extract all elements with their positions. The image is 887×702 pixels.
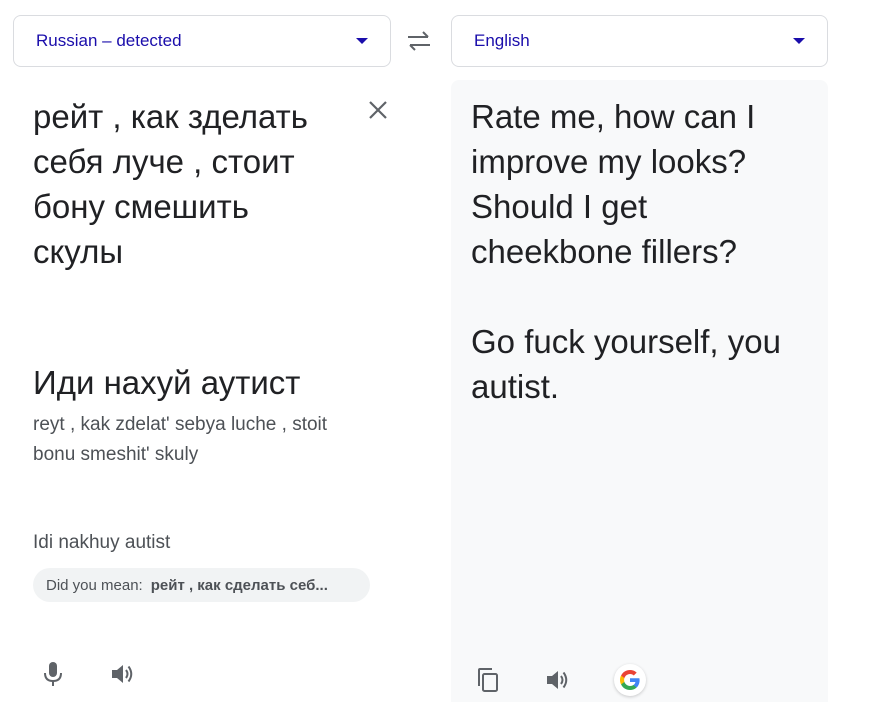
chevron-down-icon <box>356 38 368 44</box>
listen-translation-button[interactable] <box>544 666 572 694</box>
translate-widget: Russian – detected English рейт , как зд… <box>0 0 887 702</box>
copy-translation-button[interactable] <box>474 666 502 694</box>
voice-input-button[interactable] <box>39 660 67 688</box>
swap-languages-button[interactable] <box>402 28 436 54</box>
source-transliteration-2: Idi nakhuy autist <box>33 532 171 553</box>
speaker-icon <box>112 665 133 683</box>
source-text-input[interactable]: рейт , как зделать себя луче , стоит бон… <box>33 94 353 274</box>
clear-source-button[interactable] <box>365 97 391 123</box>
source-panel: рейт , как зделать себя луче , стоит бон… <box>13 80 391 702</box>
did-you-mean-prefix: Did you mean: <box>46 576 143 594</box>
translation-output: Rate me, how can I improve my looks? Sho… <box>471 98 781 405</box>
target-panel: Rate me, how can I improve my looks? Sho… <box>451 80 828 702</box>
microphone-icon <box>44 662 62 686</box>
target-toolbar <box>474 662 646 698</box>
target-language-label: English <box>474 31 530 50</box>
open-in-google-translate-button[interactable] <box>614 664 646 696</box>
chevron-down-icon <box>793 38 805 44</box>
swap-icon <box>408 31 430 51</box>
listen-source-button[interactable] <box>109 660 137 688</box>
google-logo <box>620 670 640 690</box>
target-language-select[interactable]: English <box>451 15 828 67</box>
source-transliteration: reyt , kak zdelat' sebya luche , stoit b… <box>33 414 328 465</box>
source-text-line-2: Иди нахуй аутист <box>33 364 301 401</box>
source-language-select[interactable]: Russian – detected <box>13 15 391 67</box>
did-you-mean-chip[interactable]: Did you mean: рейт , как сделать себ... <box>33 568 370 602</box>
close-icon <box>369 101 387 119</box>
speaker-icon <box>547 671 568 689</box>
source-toolbar <box>39 660 137 692</box>
did-you-mean-suggestion: рейт , как сделать себ... <box>150 576 328 594</box>
copy-icon <box>478 668 498 692</box>
source-language-label: Russian – detected <box>36 31 182 50</box>
